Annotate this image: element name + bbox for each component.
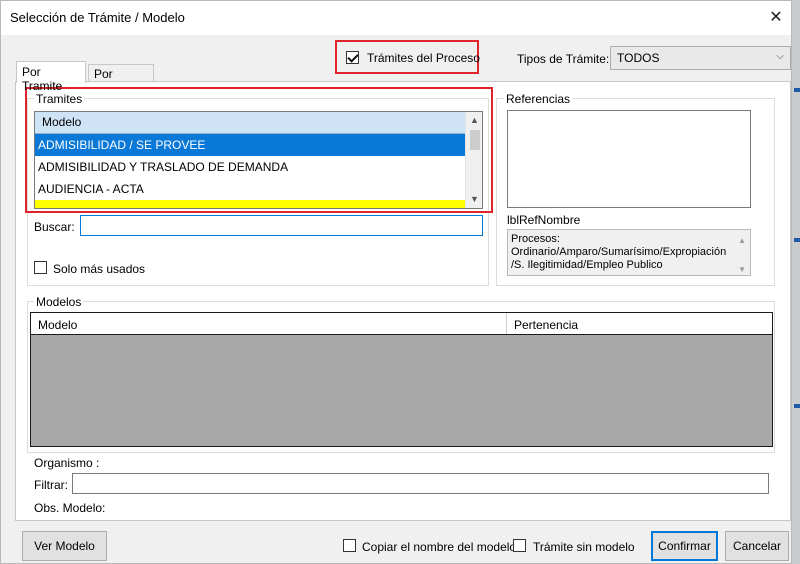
procesos-title: Procesos: bbox=[511, 233, 560, 245]
chevron-down-icon: ⌵ bbox=[776, 51, 784, 62]
tab-por-modelo[interactable]: Por Modelo bbox=[88, 64, 154, 95]
solo-usados-label: Solo más usados bbox=[53, 262, 146, 276]
title-bar: Selección de Trámite / Modelo ✕ bbox=[1, 1, 791, 35]
grid-column-modelo[interactable]: Modelo bbox=[31, 313, 506, 334]
confirmar-button[interactable]: Confirmar bbox=[651, 531, 718, 561]
list-item[interactable]: ADMISIBILIDAD Y TRASLADO DE DEMANDA bbox=[35, 156, 465, 178]
procesos-line-1: Ordinario/Amparo/Sumarísimo/Expropiación bbox=[511, 246, 727, 258]
tab-label: Por Tramite bbox=[22, 65, 63, 93]
background-edge-mark bbox=[794, 238, 800, 242]
solo-usados-checkbox[interactable] bbox=[34, 261, 47, 274]
list-scrollbar[interactable]: ▲ ▼ bbox=[465, 112, 482, 208]
button-label: Ver Modelo bbox=[34, 539, 95, 553]
scroll-down-icon[interactable]: ▼ bbox=[738, 263, 746, 276]
button-label: Confirmar bbox=[658, 539, 711, 553]
procesos-textbox[interactable]: Procesos: Ordinario/Amparo/Sumarísimo/Ex… bbox=[507, 229, 751, 276]
copiar-nombre-label: Copiar el nombre del modelo bbox=[362, 540, 517, 554]
modelos-group-label: Modelos bbox=[34, 295, 84, 309]
filtrar-input-box[interactable] bbox=[72, 473, 769, 494]
modelos-grid[interactable]: Modelo Pertenencia bbox=[30, 312, 773, 447]
button-label: Cancelar bbox=[732, 539, 782, 553]
organismo-label: Organismo : bbox=[34, 456, 100, 470]
background-edge-mark bbox=[794, 88, 800, 92]
scroll-down-icon[interactable]: ▼ bbox=[466, 191, 482, 208]
close-icon[interactable]: ✕ bbox=[761, 4, 791, 32]
cancelar-button[interactable]: Cancelar bbox=[725, 531, 789, 561]
grid-column-label: Pertenencia bbox=[514, 318, 579, 332]
background-window-edge bbox=[792, 0, 800, 564]
referencias-group-label: Referencias bbox=[504, 92, 573, 106]
buscar-input-box[interactable] bbox=[80, 215, 483, 236]
filtrar-input[interactable] bbox=[73, 474, 768, 493]
scroll-up-icon[interactable]: ▲ bbox=[738, 234, 746, 247]
list-item[interactable]: AUDIENCIA - ACTA bbox=[35, 178, 465, 200]
list-header-label: Modelo bbox=[42, 115, 82, 129]
list-item-label: ADMISIBILIDAD / SE PROVEE bbox=[38, 138, 206, 152]
dialog-window: Selección de Trámite / Modelo ✕ Trámites… bbox=[0, 0, 792, 564]
ref-nombre-label: lblRefNombre bbox=[507, 213, 581, 227]
grid-column-label: Modelo bbox=[38, 318, 78, 332]
procesos-line-2: /S. Ilegitimidad/Empleo Publico bbox=[511, 259, 663, 271]
window-title: Selección de Trámite / Modelo bbox=[10, 10, 185, 25]
background-edge-mark bbox=[794, 404, 800, 408]
grid-column-pertenencia[interactable]: Pertenencia bbox=[506, 313, 772, 334]
tipos-tramite-value: TODOS bbox=[617, 51, 660, 65]
tramite-sin-modelo-checkbox[interactable] bbox=[513, 539, 526, 552]
referencias-box[interactable] bbox=[507, 110, 751, 208]
list-item[interactable] bbox=[35, 200, 465, 208]
tab-por-tramite[interactable]: Por Tramite bbox=[16, 61, 86, 93]
scroll-thumb[interactable] bbox=[470, 130, 480, 150]
tipos-tramite-label: Tipos de Trámite: bbox=[517, 52, 610, 66]
filtrar-label: Filtrar: bbox=[34, 478, 68, 492]
list-item[interactable]: ADMISIBILIDAD / SE PROVEE bbox=[35, 134, 465, 156]
tramite-sin-modelo-label: Trámite sin modelo bbox=[533, 540, 635, 554]
grid-header: Modelo Pertenencia bbox=[31, 313, 772, 335]
obs-modelo-label: Obs. Modelo: bbox=[34, 501, 106, 515]
ver-modelo-button[interactable]: Ver Modelo bbox=[22, 531, 107, 561]
tramites-listbox[interactable]: Modelo ADMISIBILIDAD / SE PROVEE ADMISIB… bbox=[34, 111, 483, 209]
tramites-proceso-checkbox[interactable] bbox=[346, 51, 359, 64]
list-column-header: Modelo bbox=[35, 112, 465, 134]
tipos-tramite-select[interactable]: TODOS ⌵ bbox=[610, 46, 791, 70]
tramites-proceso-label: Trámites del Proceso bbox=[367, 51, 480, 65]
copiar-nombre-checkbox[interactable] bbox=[343, 539, 356, 552]
scroll-up-icon[interactable]: ▲ bbox=[466, 112, 482, 129]
list-item-label: ADMISIBILIDAD Y TRASLADO DE DEMANDA bbox=[38, 160, 289, 174]
buscar-input[interactable] bbox=[81, 216, 482, 235]
list-item-label: AUDIENCIA - ACTA bbox=[38, 182, 144, 196]
buscar-label: Buscar: bbox=[34, 220, 75, 234]
